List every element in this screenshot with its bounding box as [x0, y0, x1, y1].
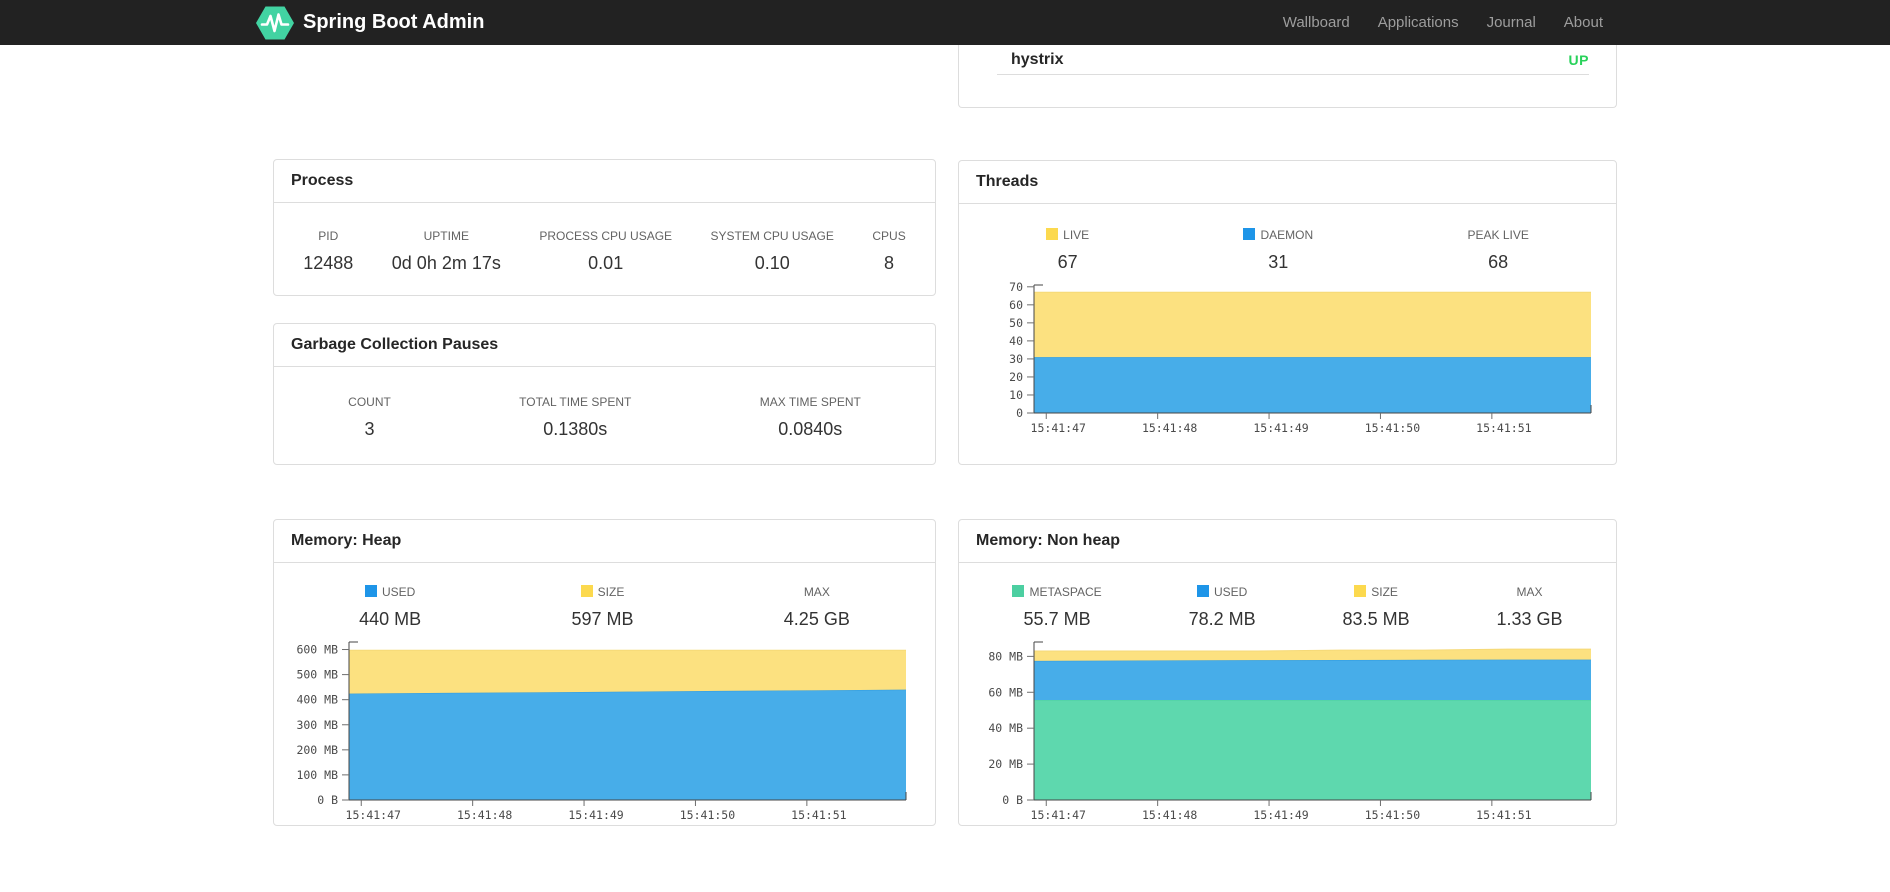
memory-nonheap-legend: METASPACE 55.7 MB USED 78.2 MB SIZE 83.5…	[959, 563, 1616, 630]
size-swatch-icon	[580, 585, 593, 597]
nav-item-journal[interactable]: Journal	[1473, 0, 1550, 45]
legend-item-live: LIVE 67	[1046, 228, 1089, 273]
metric-uptime: UPTIME 0d 0h 2m 17s	[391, 229, 501, 273]
svg-text:0: 0	[1016, 406, 1023, 420]
live-swatch-icon	[1046, 228, 1059, 240]
svg-text:40: 40	[1009, 334, 1023, 348]
svg-text:60 MB: 60 MB	[988, 685, 1023, 699]
metric-pid: PID 12488	[303, 229, 354, 273]
pulse-logo-icon	[256, 6, 294, 39]
svg-text:500 MB: 500 MB	[296, 668, 338, 682]
legend-item-max: MAX 1.33 GB	[1496, 585, 1563, 629]
svg-text:300 MB: 300 MB	[296, 718, 338, 732]
legend-item-size: SIZE 597 MB	[571, 585, 634, 629]
used-swatch-icon	[364, 585, 377, 597]
process-card-title: Process	[274, 160, 935, 203]
metric-process-cpu: PROCESS CPU USAGE 0.01	[539, 229, 673, 273]
memory-nonheap-card: Memory: Non heap METASPACE 55.7 MB USED …	[958, 519, 1617, 826]
legend-item-max: MAX 4.25 GB	[783, 585, 850, 629]
health-card: hystrix UP	[958, 45, 1617, 108]
svg-text:15:41:51: 15:41:51	[791, 808, 846, 822]
nav-menu: Wallboard Applications Journal About	[1269, 0, 1617, 45]
svg-text:40 MB: 40 MB	[988, 721, 1023, 735]
memory-nonheap-chart: 0 B 20 MB 40 MB 60 MB 80 MB 15:41:47 15:41:48 1…	[988, 641, 1592, 822]
threads-card-title: Threads	[959, 161, 1616, 204]
brand-link[interactable]: Spring Boot Admin	[256, 6, 484, 40]
svg-text:15:41:51: 15:41:51	[1476, 421, 1531, 435]
process-card: Process PID 12488 UPTIME 0d 0h 2m 17s PR…	[273, 159, 936, 296]
svg-text:400 MB: 400 MB	[296, 693, 338, 707]
memory-heap-legend: USED 440 MB SIZE 597 MB MAX 4.25 GB	[274, 563, 935, 630]
nav-item-applications[interactable]: Applications	[1364, 0, 1473, 45]
memory-nonheap-card-title: Memory: Non heap	[959, 520, 1616, 563]
brand-title: Spring Boot Admin	[303, 11, 485, 33]
health-indicator-name: hystrix	[1011, 50, 1064, 68]
gc-card: Garbage Collection Pauses COUNT 3 TOTAL …	[273, 323, 936, 465]
metric-cpus: CPUS 8	[872, 229, 906, 273]
size-swatch-icon	[1354, 585, 1367, 597]
svg-text:30: 30	[1009, 352, 1023, 366]
svg-text:100 MB: 100 MB	[296, 768, 338, 782]
svg-text:15:41:48: 15:41:48	[1142, 808, 1197, 822]
legend-item-size: SIZE 83.5 MB	[1342, 585, 1410, 629]
svg-text:20: 20	[1009, 370, 1023, 384]
legend-item-metaspace: METASPACE 55.7 MB	[1012, 585, 1102, 630]
threads-chart: 0 10 20 30 40 50 60 70 15:41:47 15:41:48 15:41:49 1…	[1009, 280, 1592, 435]
svg-text:600 MB: 600 MB	[296, 643, 338, 657]
legend-item-used: USED 440 MB	[359, 585, 422, 629]
svg-text:15:41:47: 15:41:47	[1031, 808, 1086, 822]
main-content: Process PID 12488 UPTIME 0d 0h 2m 17s PR…	[273, 0, 1617, 826]
svg-text:200 MB: 200 MB	[296, 743, 338, 757]
gc-metrics: COUNT 3 TOTAL TIME SPENT 0.1380s MAX TIM…	[274, 367, 935, 464]
daemon-swatch-icon	[1243, 228, 1256, 240]
svg-text:15:41:48: 15:41:48	[457, 808, 512, 822]
status-badge: UP	[1568, 51, 1589, 68]
metric-gc-count: COUNT 3	[348, 395, 391, 439]
legend-item-daemon: DAEMON 31	[1243, 228, 1313, 273]
svg-text:10: 10	[1009, 388, 1023, 402]
memory-heap-card-title: Memory: Heap	[274, 520, 935, 563]
svg-text:15:41:47: 15:41:47	[1031, 421, 1086, 435]
threads-legend: LIVE 67 DAEMON 31 PEAK LIVE 68	[959, 204, 1616, 273]
threads-card: Threads LIVE 67 DAEMON 31 PEAK LIVE 68 0…	[958, 160, 1617, 465]
svg-text:0 B: 0 B	[1002, 793, 1023, 807]
svg-text:15:41:50: 15:41:50	[680, 808, 735, 822]
nav-item-wallboard[interactable]: Wallboard	[1269, 0, 1364, 45]
memory-heap-chart: 0 B 100 MB 200 MB 300 MB 400 MB 500 MB 600 MB 1…	[296, 641, 907, 822]
svg-text:70: 70	[1009, 280, 1023, 294]
nav-item-about[interactable]: About	[1550, 0, 1617, 45]
metric-gc-max-time: MAX TIME SPENT 0.0840s	[759, 395, 861, 439]
svg-text:15:41:50: 15:41:50	[1365, 808, 1420, 822]
svg-text:15:41:47: 15:41:47	[346, 808, 401, 822]
svg-text:15:41:50: 15:41:50	[1365, 421, 1420, 435]
svg-text:15:41:49: 15:41:49	[1253, 421, 1308, 435]
metric-system-cpu: SYSTEM CPU USAGE 0.10	[710, 229, 834, 273]
svg-text:15:41:49: 15:41:49	[1253, 808, 1308, 822]
svg-text:60: 60	[1009, 298, 1023, 312]
health-row-hystrix: hystrix UP	[997, 45, 1589, 75]
svg-text:0 B: 0 B	[317, 793, 338, 807]
used-swatch-icon	[1196, 585, 1209, 597]
navbar: Spring Boot Admin Wallboard Applications…	[0, 0, 1890, 45]
svg-text:15:41:51: 15:41:51	[1476, 808, 1531, 822]
memory-heap-card: Memory: Heap USED 440 MB SIZE 597 MB MAX…	[273, 519, 936, 826]
legend-item-peak-live: PEAK LIVE 68	[1467, 228, 1529, 272]
svg-text:15:41:48: 15:41:48	[1142, 421, 1197, 435]
gc-card-title: Garbage Collection Pauses	[274, 324, 935, 367]
metaspace-swatch-icon	[1012, 585, 1025, 597]
process-metrics: PID 12488 UPTIME 0d 0h 2m 17s PROCESS CP…	[274, 203, 935, 295]
svg-text:20 MB: 20 MB	[988, 757, 1023, 771]
svg-text:80 MB: 80 MB	[988, 649, 1023, 663]
svg-text:50: 50	[1009, 316, 1023, 330]
metric-gc-total-time: TOTAL TIME SPENT 0.1380s	[519, 395, 632, 439]
svg-text:15:41:49: 15:41:49	[568, 808, 623, 822]
legend-item-used: USED 78.2 MB	[1188, 585, 1256, 629]
